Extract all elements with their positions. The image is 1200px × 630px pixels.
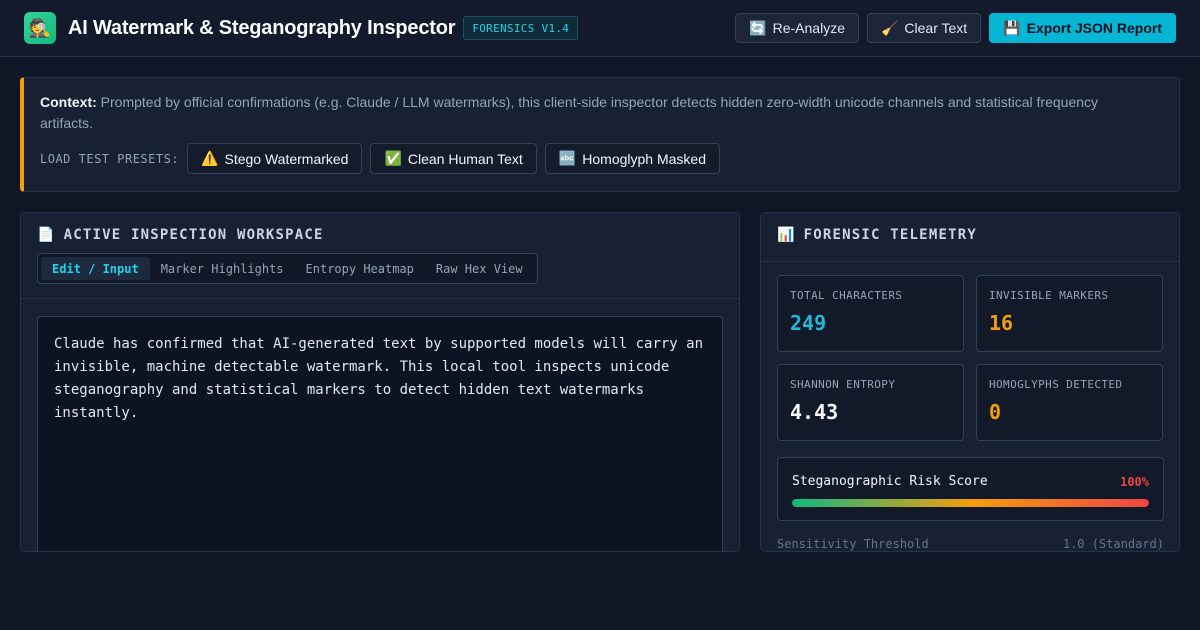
clear-text-button[interactable]: 🧹 Clear Text [866, 13, 982, 43]
version-badge: FORENSICS V1.4 [463, 16, 579, 40]
risk-score-fill [792, 499, 1149, 507]
context-lead: Context: [40, 94, 97, 110]
preset-homoglyph-masked-button[interactable]: 🔤 Homoglyph Masked [544, 143, 720, 174]
risk-score-bar [792, 499, 1149, 507]
stat-label: TOTAL CHARACTERS [790, 289, 903, 302]
preset-stego-watermarked-button[interactable]: ⚠️ Stego Watermarked [187, 143, 363, 174]
context-text: Context: Prompted by official confirmati… [40, 92, 1130, 134]
app-header: 🕵️ AI Watermark & Steganography Inspecto… [0, 0, 1200, 57]
preset-label: Stego Watermarked [224, 150, 349, 167]
inspection-workspace-panel: 📄 ACTIVE INSPECTION WORKSPACE Edit / Inp… [20, 212, 740, 552]
tab-raw-hex-view[interactable]: Raw Hex View [425, 257, 534, 280]
presets-label: LOAD TEST PRESETS: [40, 151, 180, 166]
stat-label: INVISIBLE MARKERS [989, 289, 1109, 302]
workspace-title-text: ACTIVE INSPECTION WORKSPACE [63, 227, 324, 243]
telemetry-header: 📊 FORENSIC TELEMETRY [761, 213, 1179, 262]
risk-row: Steganographic Risk Score 100% [792, 474, 1149, 489]
warning-icon: ⚠️ [201, 150, 219, 166]
abc-icon: 🔤 [558, 150, 577, 166]
tab-edit-input[interactable]: Edit / Input [41, 257, 150, 280]
export-json-button[interactable]: 💾 Export JSON Report [989, 13, 1176, 43]
sensitivity-value: 1.0 (Standard) [1062, 537, 1164, 551]
preset-label: Homoglyph Masked [582, 150, 706, 167]
risk-score-label: Steganographic Risk Score [792, 474, 988, 489]
app-title: AI Watermark & Steganography Inspector [68, 16, 456, 39]
workspace-header: 📄 ACTIVE INSPECTION WORKSPACE Edit / Inp… [21, 213, 739, 299]
text-input-editor[interactable]: Claude has confirmed that AI-generated t… [37, 316, 723, 551]
stat-value: 4.43 [790, 400, 839, 424]
tab-marker-highlights[interactable]: Marker Highlights [150, 257, 295, 280]
stat-value: 249 [790, 311, 827, 335]
context-body: Prompted by official confirmations (e.g.… [40, 94, 1099, 131]
detective-logo-icon: 🕵️ [24, 12, 56, 44]
workspace-title: 📄 ACTIVE INSPECTION WORKSPACE [37, 227, 723, 243]
floppy-disk-icon: 💾 [1003, 19, 1021, 36]
workspace-tabs: Edit / Input Marker Highlights Entropy H… [37, 253, 538, 284]
re-analyze-button[interactable]: 🔄 Re-Analyze [735, 13, 859, 43]
tab-entropy-heatmap[interactable]: Entropy Heatmap [295, 257, 425, 280]
header-actions: 🔄 Re-Analyze 🧹 Clear Text 💾 Export JSON … [735, 13, 1176, 43]
preset-clean-human-button[interactable]: ✅ Clean Human Text [370, 143, 537, 174]
document-icon: 📄 [37, 227, 56, 243]
risk-score-card: Steganographic Risk Score 100% [777, 457, 1164, 521]
re-analyze-label: Re-Analyze [772, 20, 845, 36]
sensitivity-label: Sensitivity Threshold [777, 537, 929, 551]
preset-label: Clean Human Text [407, 150, 523, 167]
stat-shannon-entropy: SHANNON ENTROPY 4.43 [777, 364, 964, 441]
broom-icon: 🧹 [880, 19, 899, 36]
refresh-icon: 🔄 [749, 19, 767, 36]
stat-value: 0 [989, 400, 1002, 424]
risk-score-value: 100% [1120, 474, 1149, 489]
sensitivity-row: Sensitivity Threshold 1.0 (Standard) [777, 537, 1164, 551]
stat-total-characters: TOTAL CHARACTERS 249 [777, 275, 964, 352]
stat-label: SHANNON ENTROPY [790, 378, 896, 391]
bar-chart-icon: 📊 [777, 227, 796, 243]
stat-value: 16 [989, 311, 1014, 335]
telemetry-title: 📊 FORENSIC TELEMETRY [777, 227, 1163, 243]
context-banner: Context: Prompted by official confirmati… [20, 77, 1180, 192]
check-icon: ✅ [384, 150, 402, 166]
clear-text-label: Clear Text [904, 20, 968, 36]
presets-row: LOAD TEST PRESETS: ⚠️ Stego Watermarked … [40, 143, 1163, 174]
forensic-telemetry-panel: 📊 FORENSIC TELEMETRY TOTAL CHARACTERS 24… [760, 212, 1180, 552]
export-json-label: Export JSON Report [1026, 20, 1162, 36]
stat-homoglyphs-detected: HOMOGLYPHS DETECTED 0 [976, 364, 1163, 441]
stat-label: HOMOGLYPHS DETECTED [989, 378, 1123, 391]
telemetry-title-text: FORENSIC TELEMETRY [803, 227, 977, 243]
stat-invisible-markers: INVISIBLE MARKERS 16 [976, 275, 1163, 352]
